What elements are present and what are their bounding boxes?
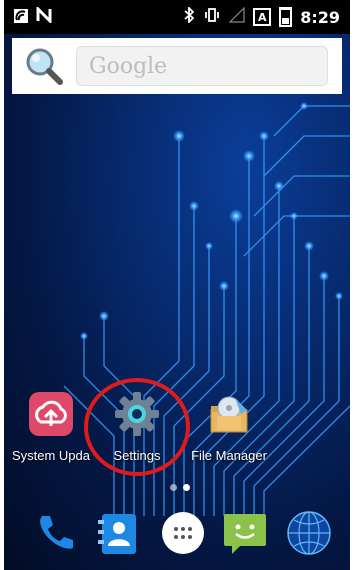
app-file-manager[interactable]: File Manager [184,390,274,463]
search-icon[interactable] [22,44,66,88]
cloud-upload-icon [27,390,75,438]
clock: 8:29 [300,7,340,27]
page-dot[interactable] [170,484,177,491]
battery-icon [279,7,293,27]
messaging-icon[interactable] [222,510,268,556]
page-dot-active[interactable] [183,484,190,491]
phone-icon[interactable] [32,510,78,556]
signal-icon [228,6,245,27]
app-label: File Manager [191,448,267,463]
dock [4,500,350,570]
network-type-badge: A [253,8,272,26]
contacts-icon[interactable] [96,510,142,556]
app-system-update[interactable]: System Upda [6,390,96,463]
google-search-widget[interactable]: Google [12,38,342,94]
home-screen: A 8:29 Google System Upda Settings File … [4,0,350,570]
bluetooth-icon [183,5,195,27]
status-bar: A 8:29 [4,0,350,34]
vibrate-icon [203,7,221,27]
search-input[interactable]: Google [76,46,328,86]
n-notification-icon [36,5,52,27]
file-manager-icon [205,390,253,438]
app-drawer-icon[interactable] [160,510,206,556]
settings-highlight-circle [84,378,190,476]
page-indicator [170,484,190,491]
browser-globe-icon[interactable] [286,510,332,556]
wifi-notification-icon [14,7,28,27]
app-label: System Upda [11,448,91,463]
